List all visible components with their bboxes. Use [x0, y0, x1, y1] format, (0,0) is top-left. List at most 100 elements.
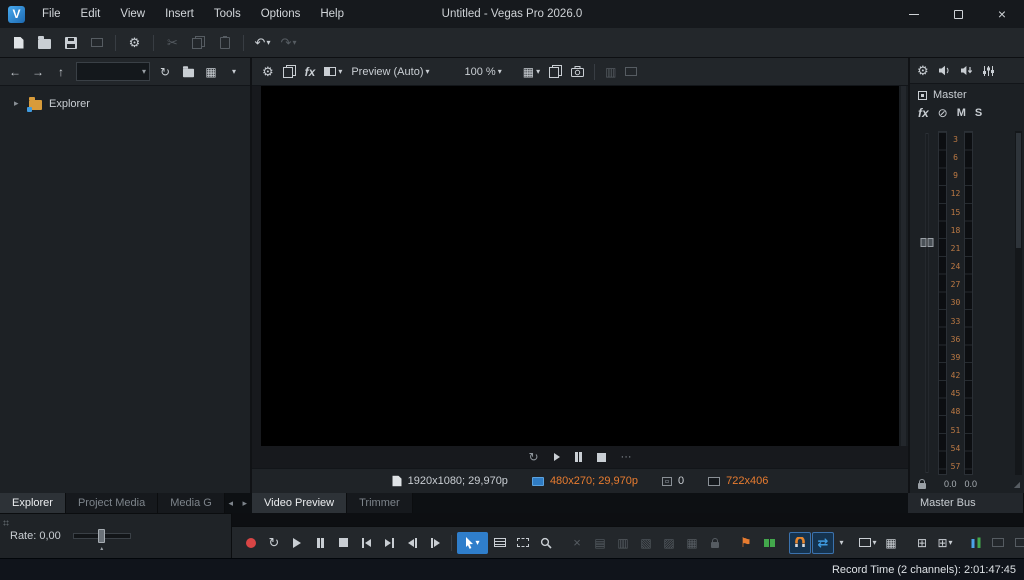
- overlays-button[interactable]: ▦▾: [519, 61, 544, 83]
- fade-tool-button[interactable]: ▨: [658, 532, 680, 554]
- auto-ripple-button[interactable]: ⇄: [812, 532, 834, 554]
- external-monitor-button[interactable]: [279, 61, 300, 83]
- project-properties-button[interactable]: ⚙: [122, 31, 147, 55]
- split-event-button[interactable]: ▤: [589, 532, 611, 554]
- views-dropdown-button[interactable]: ▾: [223, 61, 245, 83]
- save-snapshot-button[interactable]: [567, 61, 588, 83]
- zoom-in-track-button[interactable]: ⊞: [911, 532, 933, 554]
- mixer-view-button[interactable]: [982, 65, 995, 77]
- refresh-button[interactable]: ↻: [154, 61, 176, 83]
- auto-ripple-dropdown-button[interactable]: ▾: [835, 532, 848, 554]
- menu-file[interactable]: File: [32, 0, 71, 28]
- address-input[interactable]: [77, 66, 142, 78]
- solo-button[interactable]: S: [975, 107, 982, 119]
- undo-button[interactable]: ↶▾: [250, 31, 275, 55]
- menu-tools[interactable]: Tools: [204, 0, 251, 28]
- insert-region-button[interactable]: [758, 532, 780, 554]
- audio-mixer-button[interactable]: [965, 532, 987, 554]
- enable-snapping-button[interactable]: [789, 532, 811, 554]
- lock-envelopes-button[interactable]: [704, 532, 726, 554]
- pause-button[interactable]: [309, 532, 331, 554]
- record-button[interactable]: [240, 532, 262, 554]
- zoom-in-timeline-button[interactable]: ⊞▾: [934, 532, 956, 554]
- trim-start-button[interactable]: ▥: [612, 532, 634, 554]
- menu-edit[interactable]: Edit: [71, 0, 111, 28]
- quantize-to-frames-button[interactable]: ▦: [880, 532, 902, 554]
- menu-options[interactable]: Options: [251, 0, 311, 28]
- copy-snapshot-button[interactable]: [545, 61, 566, 83]
- pause-button[interactable]: [575, 452, 582, 462]
- preview-quality-dropdown[interactable]: Preview (Auto)▾: [347, 61, 433, 83]
- window-layout-button-1[interactable]: [987, 532, 1009, 554]
- preview-scrollbar-thumb[interactable]: [901, 86, 906, 446]
- mute-output-button[interactable]: [938, 65, 951, 76]
- tree-item-explorer[interactable]: ▸ Explorer: [0, 94, 250, 113]
- fader-track[interactable]: [926, 133, 929, 473]
- next-frame-button[interactable]: [424, 532, 446, 554]
- insert-marker-button[interactable]: ⚑: [735, 532, 757, 554]
- menu-insert[interactable]: Insert: [155, 0, 204, 28]
- preview-zoom-dropdown[interactable]: 100 %▾: [461, 61, 506, 83]
- save-project-button[interactable]: [58, 31, 83, 55]
- window-layout-button-2[interactable]: [1010, 532, 1024, 554]
- redo-button[interactable]: ↷▾: [276, 31, 301, 55]
- tab-explorer[interactable]: Explorer: [0, 493, 66, 513]
- menu-view[interactable]: View: [110, 0, 155, 28]
- rate-slider-handle[interactable]: [98, 529, 105, 543]
- normal-edit-tool-button[interactable]: ▾: [457, 532, 488, 554]
- cut-button[interactable]: ✂: [160, 31, 185, 55]
- selection-edit-tool-button[interactable]: [512, 532, 534, 554]
- stop-button[interactable]: [597, 453, 606, 462]
- previous-frame-button[interactable]: [401, 532, 423, 554]
- downmix-output-button[interactable]: [960, 65, 973, 76]
- back-button[interactable]: ←: [4, 61, 26, 83]
- video-scopes-button[interactable]: ▥: [601, 61, 620, 83]
- tab-trimmer[interactable]: Trimmer: [347, 493, 413, 513]
- preview-scrollbar[interactable]: [899, 86, 908, 446]
- timecode-display-button[interactable]: [621, 61, 641, 83]
- tab-master-bus[interactable]: Master Bus: [908, 493, 1024, 513]
- resize-grip-icon[interactable]: ◢: [1014, 480, 1020, 489]
- trim-end-button[interactable]: ▧: [635, 532, 657, 554]
- address-combobox[interactable]: ▾: [76, 62, 150, 81]
- loop-playback-button[interactable]: ↻: [528, 451, 538, 463]
- fader-handle[interactable]: [921, 238, 934, 247]
- fx-bypass-button[interactable]: ⊘: [938, 107, 948, 119]
- tab-scroll-left-button[interactable]: ◂: [225, 498, 237, 509]
- maximize-button[interactable]: [936, 0, 980, 28]
- paste-button[interactable]: [212, 31, 237, 55]
- views-button[interactable]: ▦: [200, 61, 222, 83]
- video-display[interactable]: [261, 86, 899, 446]
- expander-icon[interactable]: ▸: [14, 98, 22, 109]
- new-folder-button[interactable]: [177, 61, 199, 83]
- tab-scroll-right-button[interactable]: ▸: [239, 498, 251, 509]
- tab-project-media[interactable]: Project Media: [66, 493, 158, 513]
- up-button[interactable]: ↑: [50, 61, 72, 83]
- go-to-end-button[interactable]: [378, 532, 400, 554]
- video-output-fx-button[interactable]: fx: [301, 61, 320, 83]
- open-project-button[interactable]: [32, 31, 57, 55]
- new-project-button[interactable]: [6, 31, 31, 55]
- panel-scrollbar-thumb[interactable]: [1016, 133, 1021, 248]
- stop-button[interactable]: [332, 532, 354, 554]
- zoom-edit-tool-button[interactable]: [535, 532, 557, 554]
- volume-fader[interactable]: [916, 131, 938, 475]
- close-button[interactable]: ×: [980, 0, 1024, 28]
- play-button[interactable]: [554, 453, 560, 461]
- rate-slider[interactable]: ▴: [73, 533, 131, 539]
- mixer-settings-button[interactable]: ⚙: [917, 64, 929, 77]
- project-video-properties-button[interactable]: ⚙: [258, 61, 278, 83]
- lock-icon[interactable]: [918, 483, 926, 489]
- render-as-button[interactable]: [84, 31, 109, 55]
- bus-fx-button[interactable]: fx: [918, 106, 929, 120]
- dock-grip-icon[interactable]: [3, 520, 9, 526]
- loop-playback-button[interactable]: ↻: [263, 532, 285, 554]
- mute-button[interactable]: M: [957, 107, 966, 119]
- ignore-event-grouping-button[interactable]: ×: [566, 532, 588, 554]
- minimize-button[interactable]: [892, 0, 936, 28]
- more-options-button[interactable]: ···: [621, 451, 632, 463]
- event-properties-button[interactable]: ▦: [681, 532, 703, 554]
- tab-video-preview[interactable]: Video Preview: [252, 493, 347, 513]
- expand-track-layers-button[interactable]: [489, 532, 511, 554]
- go-to-start-button[interactable]: [355, 532, 377, 554]
